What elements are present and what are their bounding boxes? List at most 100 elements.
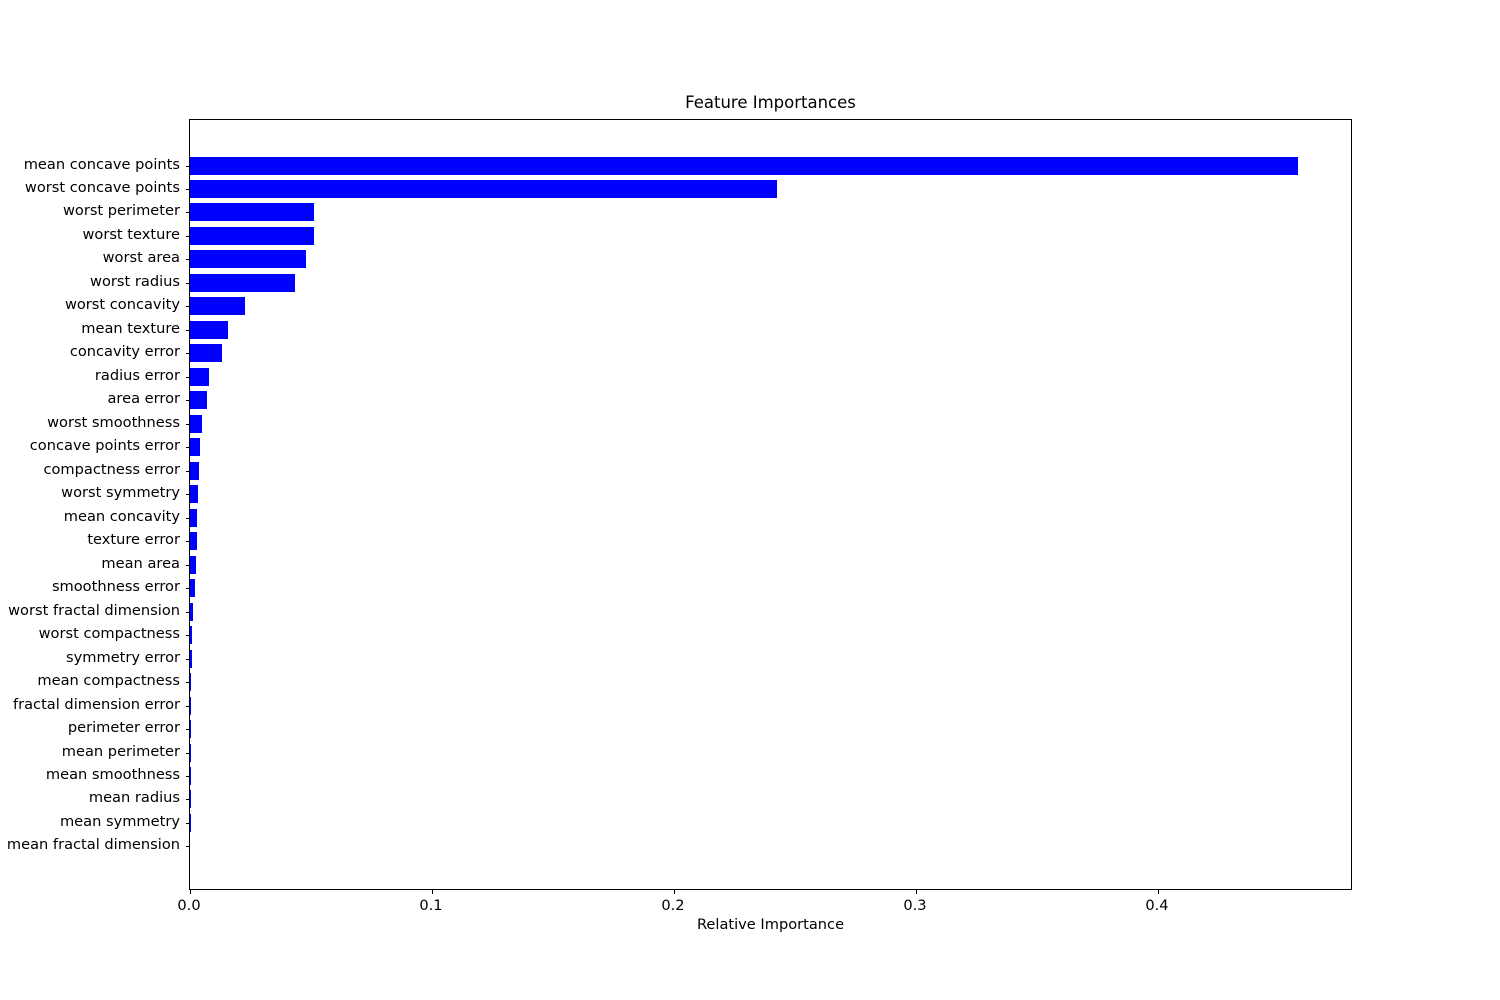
y-tick-mark <box>185 752 190 754</box>
y-tick-mark <box>185 541 190 543</box>
y-tick-label: worst smoothness <box>47 413 180 431</box>
bar <box>190 602 194 621</box>
y-tick-label: radius error <box>94 366 180 384</box>
x-tick-label: 0.4 <box>1145 897 1169 914</box>
x-axis-title: Relative Importance <box>696 916 845 933</box>
y-tick-label: compactness error <box>43 460 180 478</box>
plot-area <box>185 119 1352 894</box>
y-tick-label: worst symmetry <box>61 484 180 502</box>
y-tick-label: worst texture <box>82 225 180 243</box>
bar <box>190 391 207 410</box>
bar <box>190 626 193 645</box>
y-tick-mark <box>185 470 190 472</box>
x-tick-mark <box>431 889 433 894</box>
y-tick-label: mean symmetry <box>59 812 180 830</box>
x-tick-mark <box>915 889 917 894</box>
y-tick-mark <box>185 282 190 284</box>
bar <box>190 720 191 739</box>
y-tick-label: mean texture <box>81 319 180 337</box>
bars-layer <box>190 120 1351 889</box>
bar <box>190 250 306 269</box>
bar <box>190 203 314 222</box>
y-tick-label: mean concavity <box>63 507 180 525</box>
bar <box>190 461 199 480</box>
y-tick-mark <box>185 658 190 660</box>
x-tick-mark <box>1157 889 1159 894</box>
y-tick-mark <box>185 588 190 590</box>
y-tick-mark <box>185 212 190 214</box>
y-tick-label: worst area <box>102 249 180 267</box>
bar <box>190 226 314 245</box>
y-tick-label: mean smoothness <box>45 765 180 783</box>
y-tick-label: fractal dimension error <box>12 695 180 713</box>
y-tick-mark <box>185 188 190 190</box>
y-tick-label: worst radius <box>90 272 180 290</box>
y-tick-label: perimeter error <box>67 719 180 737</box>
x-tick-label: 0.0 <box>177 897 201 914</box>
x-tick-mark <box>673 889 675 894</box>
bar <box>190 367 209 386</box>
bar <box>190 555 196 574</box>
y-tick-label: mean area <box>101 554 180 572</box>
y-tick-mark <box>185 329 190 331</box>
bar <box>190 485 198 504</box>
y-tick-mark <box>185 400 190 402</box>
bar <box>190 414 203 433</box>
y-tick-mark <box>185 635 190 637</box>
bar <box>190 649 192 668</box>
y-tick-mark <box>185 259 190 261</box>
y-tick-label: worst fractal dimension <box>8 601 180 619</box>
y-tick-mark <box>185 376 190 378</box>
y-tick-label: symmetry error <box>66 648 180 666</box>
y-tick-label: texture error <box>87 531 180 549</box>
y-tick-label: mean concave points <box>23 155 180 173</box>
bar <box>190 179 778 198</box>
y-tick-mark <box>185 353 190 355</box>
y-tick-mark <box>185 611 190 613</box>
y-tick-mark <box>185 423 190 425</box>
y-tick-mark <box>185 729 190 731</box>
bar <box>190 696 191 715</box>
y-tick-label: worst perimeter <box>62 202 180 220</box>
y-tick-label: worst concave points <box>24 178 180 196</box>
y-tick-label: worst compactness <box>38 625 180 643</box>
y-tick-label: worst concavity <box>64 296 180 314</box>
bar <box>190 438 200 457</box>
y-tick-label: smoothness error <box>51 578 180 596</box>
y-tick-label: mean compactness <box>37 672 180 690</box>
y-tick-mark <box>185 564 190 566</box>
y-tick-mark <box>185 235 190 237</box>
y-tick-mark <box>185 165 190 167</box>
y-tick-mark <box>185 846 190 848</box>
y-tick-label: concavity error <box>69 343 180 361</box>
y-tick-label: mean fractal dimension <box>6 836 180 854</box>
y-tick-label: area error <box>107 390 180 408</box>
bar <box>190 532 197 551</box>
y-tick-mark <box>185 775 190 777</box>
bar <box>190 508 198 527</box>
y-tick-mark <box>185 705 190 707</box>
bar <box>190 273 296 292</box>
y-tick-label: mean radius <box>88 789 180 807</box>
y-tick-mark <box>185 822 190 824</box>
bar <box>190 579 196 598</box>
x-tick-label: 0.1 <box>419 897 443 914</box>
bar <box>190 320 228 339</box>
figure-canvas: Feature Importances mean concave points w… <box>0 0 1500 1000</box>
y-tick-mark <box>185 799 190 801</box>
y-tick-mark <box>185 306 190 308</box>
y-tick-mark <box>185 447 190 449</box>
y-tick-label: concave points error <box>29 437 180 455</box>
x-tick-mark <box>190 889 191 894</box>
chart-title: Feature Importances <box>685 93 856 112</box>
bar <box>190 344 222 363</box>
bar <box>190 156 1299 175</box>
y-tick-mark <box>185 517 190 519</box>
bar <box>190 673 191 692</box>
x-tick-label: 0.3 <box>903 897 927 914</box>
x-tick-label: 0.2 <box>661 897 685 914</box>
bar <box>190 297 245 316</box>
y-tick-mark <box>185 494 190 496</box>
y-tick-label: mean perimeter <box>61 742 180 760</box>
y-tick-mark <box>185 682 190 684</box>
